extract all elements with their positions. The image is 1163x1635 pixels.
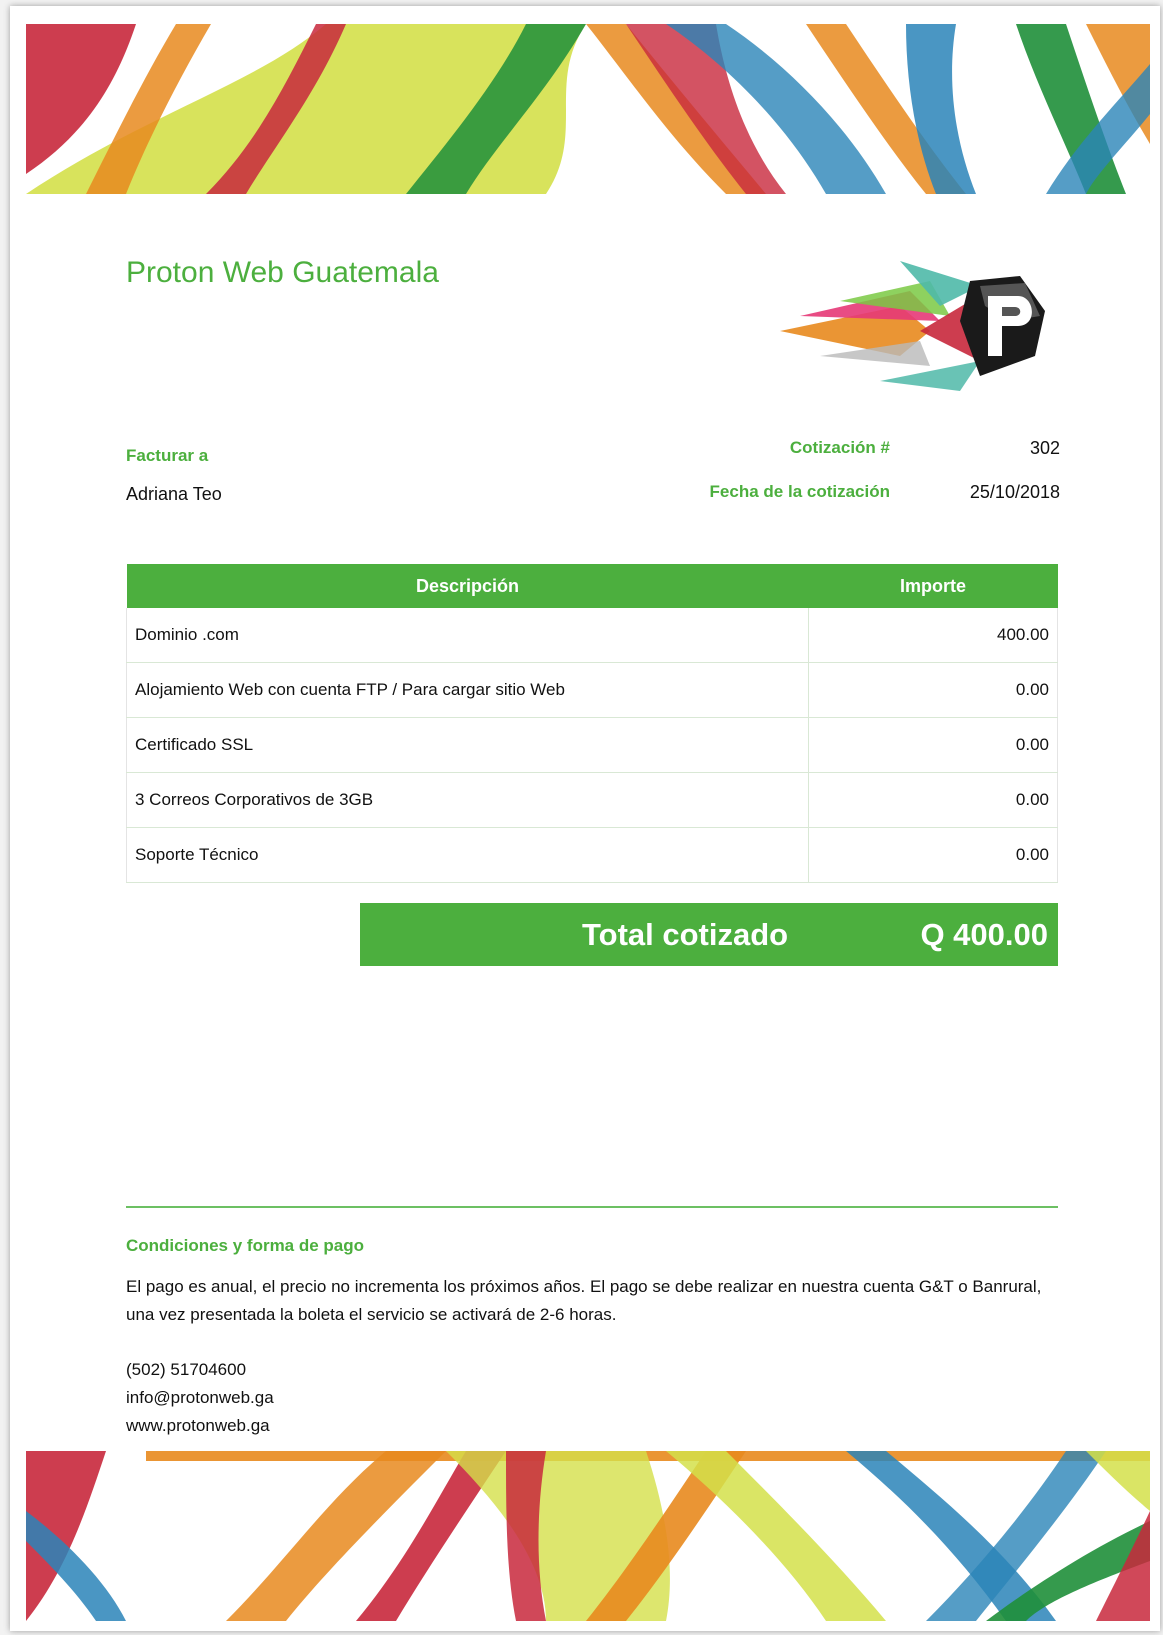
row-amount: 0.00 bbox=[808, 772, 1058, 828]
description-header: Descripción bbox=[126, 564, 809, 608]
footer-banner bbox=[26, 1451, 1150, 1621]
table-row: 3 Correos Corporativos de 3GB 0.00 bbox=[126, 772, 1058, 828]
quote-date-label: Fecha de la cotización bbox=[709, 482, 890, 501]
row-amount: 400.00 bbox=[808, 608, 1058, 663]
quote-date: 25/10/2018 bbox=[969, 482, 1060, 502]
row-amount: 0.00 bbox=[808, 717, 1058, 773]
company-name: Proton Web Guatemala bbox=[126, 256, 439, 289]
row-amount: 0.00 bbox=[808, 827, 1058, 883]
contact-info: (502) 51704600 info@protonweb.ga www.pro… bbox=[126, 1356, 274, 1440]
table-row: Certificado SSL 0.00 bbox=[126, 717, 1058, 773]
bill-to-label: Facturar a bbox=[126, 446, 209, 465]
items-table: Descripción Importe Dominio .com 400.00 … bbox=[126, 564, 1058, 883]
contact-website: www.protonweb.ga bbox=[126, 1416, 270, 1435]
total-label: Total cotizado bbox=[582, 917, 789, 952]
row-description: Alojamiento Web con cuenta FTP / Para ca… bbox=[126, 662, 809, 718]
quote-number: 302 bbox=[1029, 438, 1060, 458]
amount-header: Importe bbox=[808, 564, 1058, 608]
customer-name: Adriana Teo bbox=[126, 484, 222, 504]
section-divider bbox=[126, 1206, 1058, 1208]
row-description: Soporte Técnico bbox=[126, 827, 809, 883]
row-amount: 0.00 bbox=[808, 662, 1058, 718]
row-description: Certificado SSL bbox=[126, 717, 809, 773]
table-row: Dominio .com 400.00 bbox=[126, 608, 1058, 663]
proton-p-logo-icon bbox=[780, 261, 1060, 396]
table-row: Alojamiento Web con cuenta FTP / Para ca… bbox=[126, 662, 1058, 718]
row-description: Dominio .com bbox=[126, 608, 809, 663]
total-value: Q 400.00 bbox=[920, 917, 1048, 952]
total-bar: Total cotizado Q 400.00 bbox=[360, 903, 1058, 966]
quote-document: Proton Web Guatemala Facturar a Adriana … bbox=[10, 6, 1160, 1631]
table-header-row: Descripción Importe bbox=[126, 564, 1058, 608]
table-row: Soporte Técnico 0.00 bbox=[126, 827, 1058, 883]
conditions-title: Condiciones y forma de pago bbox=[126, 1236, 365, 1255]
header-banner bbox=[26, 24, 1150, 194]
conditions-text: El pago es anual, el precio no increment… bbox=[126, 1277, 1042, 1324]
quote-number-label: Cotización # bbox=[789, 438, 890, 457]
contact-email: info@protonweb.ga bbox=[126, 1388, 274, 1407]
contact-phone: (502) 51704600 bbox=[126, 1360, 247, 1379]
row-description: 3 Correos Corporativos de 3GB bbox=[126, 772, 809, 828]
